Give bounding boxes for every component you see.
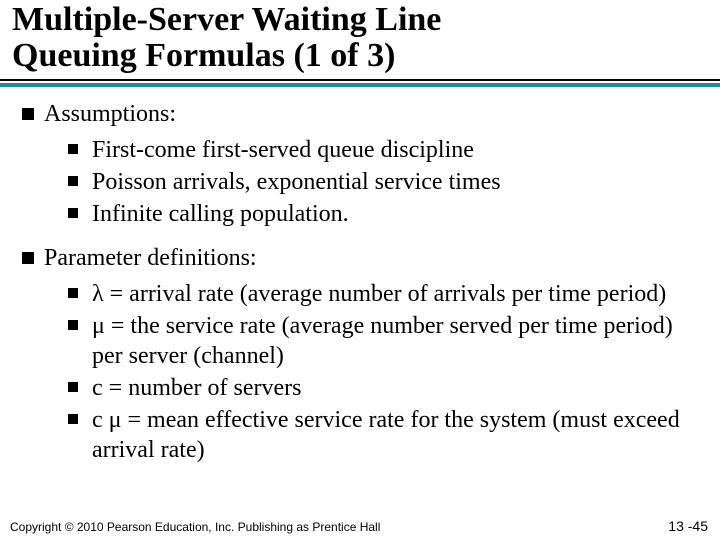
sub-bullet: λ = arrival rate (average number of arri… (68, 279, 698, 309)
heading-assumptions: Assumptions: (44, 99, 698, 129)
square-bullet-icon (68, 135, 90, 165)
list-item: Infinite calling population. (90, 199, 698, 229)
bullet-assumptions: Assumptions: (22, 99, 698, 129)
list-item: c μ = mean effective service rate for th… (90, 405, 698, 465)
square-bullet-icon (68, 167, 90, 197)
list-item: λ = arrival rate (average number of arri… (90, 279, 698, 309)
square-bullet-icon (68, 279, 90, 309)
square-bullet-icon (68, 373, 90, 403)
heading-parameters: Parameter definitions: (44, 243, 698, 273)
sub-bullet: Poisson arrivals, exponential service ti… (68, 167, 698, 197)
sub-bullet: c = number of servers (68, 373, 698, 403)
sub-bullet: c μ = mean effective service rate for th… (68, 405, 698, 465)
slide-body: Assumptions: First-come first-served que… (0, 87, 720, 465)
square-bullet-icon (68, 199, 90, 229)
list-item: μ = the service rate (average number ser… (90, 311, 698, 371)
square-bullet-icon (22, 99, 44, 129)
sub-bullet: Infinite calling population. (68, 199, 698, 229)
slide-title: Multiple-Server Waiting Line Queuing For… (0, 2, 720, 77)
list-item: Poisson arrivals, exponential service ti… (90, 167, 698, 197)
page-number: 13 -45 (668, 518, 708, 534)
title-line-1: Multiple-Server Waiting Line (12, 1, 441, 38)
list-item: First-come first-served queue discipline (90, 135, 698, 165)
sub-bullet: First-come first-served queue discipline (68, 135, 698, 165)
square-bullet-icon (22, 243, 44, 273)
square-bullet-icon (68, 311, 90, 371)
list-item: c = number of servers (90, 373, 698, 403)
bullet-parameters: Parameter definitions: (22, 243, 698, 273)
square-bullet-icon (68, 405, 90, 465)
copyright-text: Copyright © 2010 Pearson Education, Inc.… (10, 520, 390, 534)
divider-black (0, 79, 720, 81)
sub-bullet: μ = the service rate (average number ser… (68, 311, 698, 371)
title-line-2: Queuing Formulas (1 of 3) (12, 37, 395, 74)
